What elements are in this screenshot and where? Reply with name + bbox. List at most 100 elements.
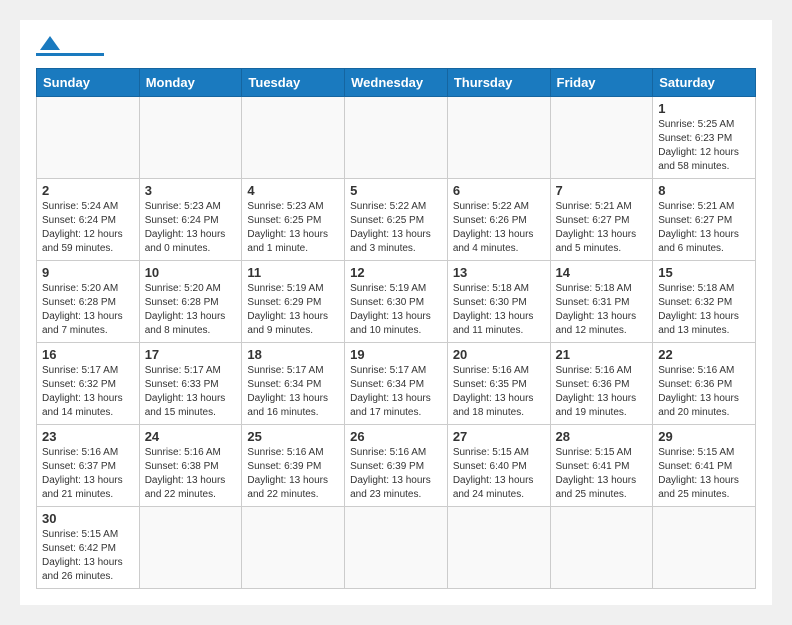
weekday-header-friday: Friday (550, 69, 653, 97)
day-info: Sunrise: 5:17 AM Sunset: 6:34 PM Dayligh… (350, 364, 442, 420)
calendar-cell: 7 Sunrise: 5:21 AM Sunset: 6:27 PM Daylig… (550, 179, 653, 261)
calendar-cell: 5 Sunrise: 5:22 AM Sunset: 6:25 PM Daylig… (345, 179, 448, 261)
day-number: 27 (453, 429, 545, 444)
day-info: Sunrise: 5:19 AM Sunset: 6:30 PM Dayligh… (350, 282, 442, 338)
day-info: Sunrise: 5:21 AM Sunset: 6:27 PM Dayligh… (556, 200, 648, 256)
day-info: Sunrise: 5:16 AM Sunset: 6:35 PM Dayligh… (453, 364, 545, 420)
calendar-cell: 16 Sunrise: 5:17 AM Sunset: 6:32 PM Dayli… (37, 343, 140, 425)
calendar-cell: 22Sunrise: 5:16 AM Sunset: 6:36 PM Dayli… (653, 343, 756, 425)
day-info: Sunrise: 5:18 AM Sunset: 6:30 PM Dayligh… (453, 282, 545, 338)
day-info: Sunrise: 5:22 AM Sunset: 6:25 PM Dayligh… (350, 200, 442, 256)
day-number: 11 (247, 265, 339, 280)
calendar-cell: 15 Sunrise: 5:18 AM Sunset: 6:32 PM Dayli… (653, 261, 756, 343)
day-number: 1 (658, 101, 750, 116)
day-number: 20 (453, 347, 545, 362)
calendar-cell (550, 507, 653, 589)
calendar-cell: 9 Sunrise: 5:20 AM Sunset: 6:28 PM Daylig… (37, 261, 140, 343)
weekday-header-thursday: Thursday (447, 69, 550, 97)
weekday-header-monday: Monday (139, 69, 242, 97)
calendar-cell (242, 507, 345, 589)
day-number: 5 (350, 183, 442, 198)
day-info: Sunrise: 5:17 AM Sunset: 6:32 PM Dayligh… (42, 364, 134, 420)
day-info: Sunrise: 5:15 AM Sunset: 6:41 PM Dayligh… (658, 446, 750, 502)
calendar-cell: 30 Sunrise: 5:15 AM Sunset: 6:42 PM Dayli… (37, 507, 140, 589)
calendar-cell (139, 97, 242, 179)
day-info: Sunrise: 5:16 AM Sunset: 6:38 PM Dayligh… (145, 446, 237, 502)
day-number: 13 (453, 265, 545, 280)
calendar-cell: 12 Sunrise: 5:19 AM Sunset: 6:30 PM Dayli… (345, 261, 448, 343)
day-number: 23 (42, 429, 134, 444)
day-number: 10 (145, 265, 237, 280)
calendar-cell: 29 Sunrise: 5:15 AM Sunset: 6:41 PM Dayli… (653, 425, 756, 507)
day-info: Sunrise: 5:18 AM Sunset: 6:32 PM Dayligh… (658, 282, 750, 338)
weekday-header-tuesday: Tuesday (242, 69, 345, 97)
calendar-week-row: 9 Sunrise: 5:20 AM Sunset: 6:28 PM Daylig… (37, 261, 756, 343)
calendar-cell: 18Sunrise: 5:17 AM Sunset: 6:34 PM Dayli… (242, 343, 345, 425)
calendar-cell: 26 Sunrise: 5:16 AM Sunset: 6:39 PM Dayli… (345, 425, 448, 507)
logo (36, 36, 104, 56)
calendar-cell: 20 Sunrise: 5:16 AM Sunset: 6:35 PM Dayli… (447, 343, 550, 425)
page: SundayMondayTuesdayWednesdayThursdayFrid… (20, 20, 772, 605)
calendar-cell: 14 Sunrise: 5:18 AM Sunset: 6:31 PM Dayli… (550, 261, 653, 343)
day-number: 17 (145, 347, 237, 362)
day-info: Sunrise: 5:15 AM Sunset: 6:42 PM Dayligh… (42, 528, 134, 584)
day-info: Sunrise: 5:18 AM Sunset: 6:31 PM Dayligh… (556, 282, 648, 338)
calendar-week-row: 30 Sunrise: 5:15 AM Sunset: 6:42 PM Dayli… (37, 507, 756, 589)
calendar-week-row: 1 Sunrise: 5:25 AM Sunset: 6:23 PM Daylig… (37, 97, 756, 179)
calendar-cell: 11 Sunrise: 5:19 AM Sunset: 6:29 PM Dayli… (242, 261, 345, 343)
day-number: 28 (556, 429, 648, 444)
day-number: 24 (145, 429, 237, 444)
calendar-cell (653, 507, 756, 589)
calendar-cell: 2Sunrise: 5:24 AM Sunset: 6:24 PM Daylig… (37, 179, 140, 261)
day-number: 9 (42, 265, 134, 280)
day-number: 30 (42, 511, 134, 526)
calendar-cell: 8 Sunrise: 5:21 AM Sunset: 6:27 PM Daylig… (653, 179, 756, 261)
day-number: 8 (658, 183, 750, 198)
calendar-cell: 17 Sunrise: 5:17 AM Sunset: 6:33 PM Dayli… (139, 343, 242, 425)
logo-triangle-icon (40, 36, 60, 50)
day-info: Sunrise: 5:23 AM Sunset: 6:25 PM Dayligh… (247, 200, 339, 256)
day-info: Sunrise: 5:16 AM Sunset: 6:37 PM Dayligh… (42, 446, 134, 502)
day-number: 7 (556, 183, 648, 198)
calendar-cell (447, 97, 550, 179)
day-number: 29 (658, 429, 750, 444)
day-number: 26 (350, 429, 442, 444)
day-info: Sunrise: 5:17 AM Sunset: 6:33 PM Dayligh… (145, 364, 237, 420)
calendar-cell: 10Sunrise: 5:20 AM Sunset: 6:28 PM Dayli… (139, 261, 242, 343)
logo-underline (36, 53, 104, 56)
weekday-header-row: SundayMondayTuesdayWednesdayThursdayFrid… (37, 69, 756, 97)
calendar-cell: 1 Sunrise: 5:25 AM Sunset: 6:23 PM Daylig… (653, 97, 756, 179)
calendar-cell (139, 507, 242, 589)
day-number: 4 (247, 183, 339, 198)
day-info: Sunrise: 5:23 AM Sunset: 6:24 PM Dayligh… (145, 200, 237, 256)
day-info: Sunrise: 5:17 AM Sunset: 6:34 PM Dayligh… (247, 364, 339, 420)
calendar-cell: 13 Sunrise: 5:18 AM Sunset: 6:30 PM Dayli… (447, 261, 550, 343)
day-info: Sunrise: 5:20 AM Sunset: 6:28 PM Dayligh… (42, 282, 134, 338)
day-info: Sunrise: 5:25 AM Sunset: 6:23 PM Dayligh… (658, 118, 750, 174)
day-info: Sunrise: 5:16 AM Sunset: 6:39 PM Dayligh… (350, 446, 442, 502)
day-info: Sunrise: 5:15 AM Sunset: 6:40 PM Dayligh… (453, 446, 545, 502)
calendar-week-row: 2Sunrise: 5:24 AM Sunset: 6:24 PM Daylig… (37, 179, 756, 261)
day-number: 19 (350, 347, 442, 362)
day-info: Sunrise: 5:21 AM Sunset: 6:27 PM Dayligh… (658, 200, 750, 256)
day-info: Sunrise: 5:16 AM Sunset: 6:36 PM Dayligh… (556, 364, 648, 420)
calendar-cell (345, 507, 448, 589)
day-info: Sunrise: 5:22 AM Sunset: 6:26 PM Dayligh… (453, 200, 545, 256)
calendar-cell: 23 Sunrise: 5:16 AM Sunset: 6:37 PM Dayli… (37, 425, 140, 507)
calendar-cell: 24 Sunrise: 5:16 AM Sunset: 6:38 PM Dayli… (139, 425, 242, 507)
calendar-cell: 21 Sunrise: 5:16 AM Sunset: 6:36 PM Dayli… (550, 343, 653, 425)
day-info: Sunrise: 5:16 AM Sunset: 6:39 PM Dayligh… (247, 446, 339, 502)
day-number: 6 (453, 183, 545, 198)
day-number: 14 (556, 265, 648, 280)
calendar-cell (447, 507, 550, 589)
day-info: Sunrise: 5:15 AM Sunset: 6:41 PM Dayligh… (556, 446, 648, 502)
calendar-cell: 28 Sunrise: 5:15 AM Sunset: 6:41 PM Dayli… (550, 425, 653, 507)
calendar-cell: 19 Sunrise: 5:17 AM Sunset: 6:34 PM Dayli… (345, 343, 448, 425)
day-number: 21 (556, 347, 648, 362)
day-info: Sunrise: 5:16 AM Sunset: 6:36 PM Dayligh… (658, 364, 750, 420)
calendar-cell: 25Sunrise: 5:16 AM Sunset: 6:39 PM Dayli… (242, 425, 345, 507)
day-number: 12 (350, 265, 442, 280)
day-number: 16 (42, 347, 134, 362)
day-number: 15 (658, 265, 750, 280)
day-info: Sunrise: 5:19 AM Sunset: 6:29 PM Dayligh… (247, 282, 339, 338)
